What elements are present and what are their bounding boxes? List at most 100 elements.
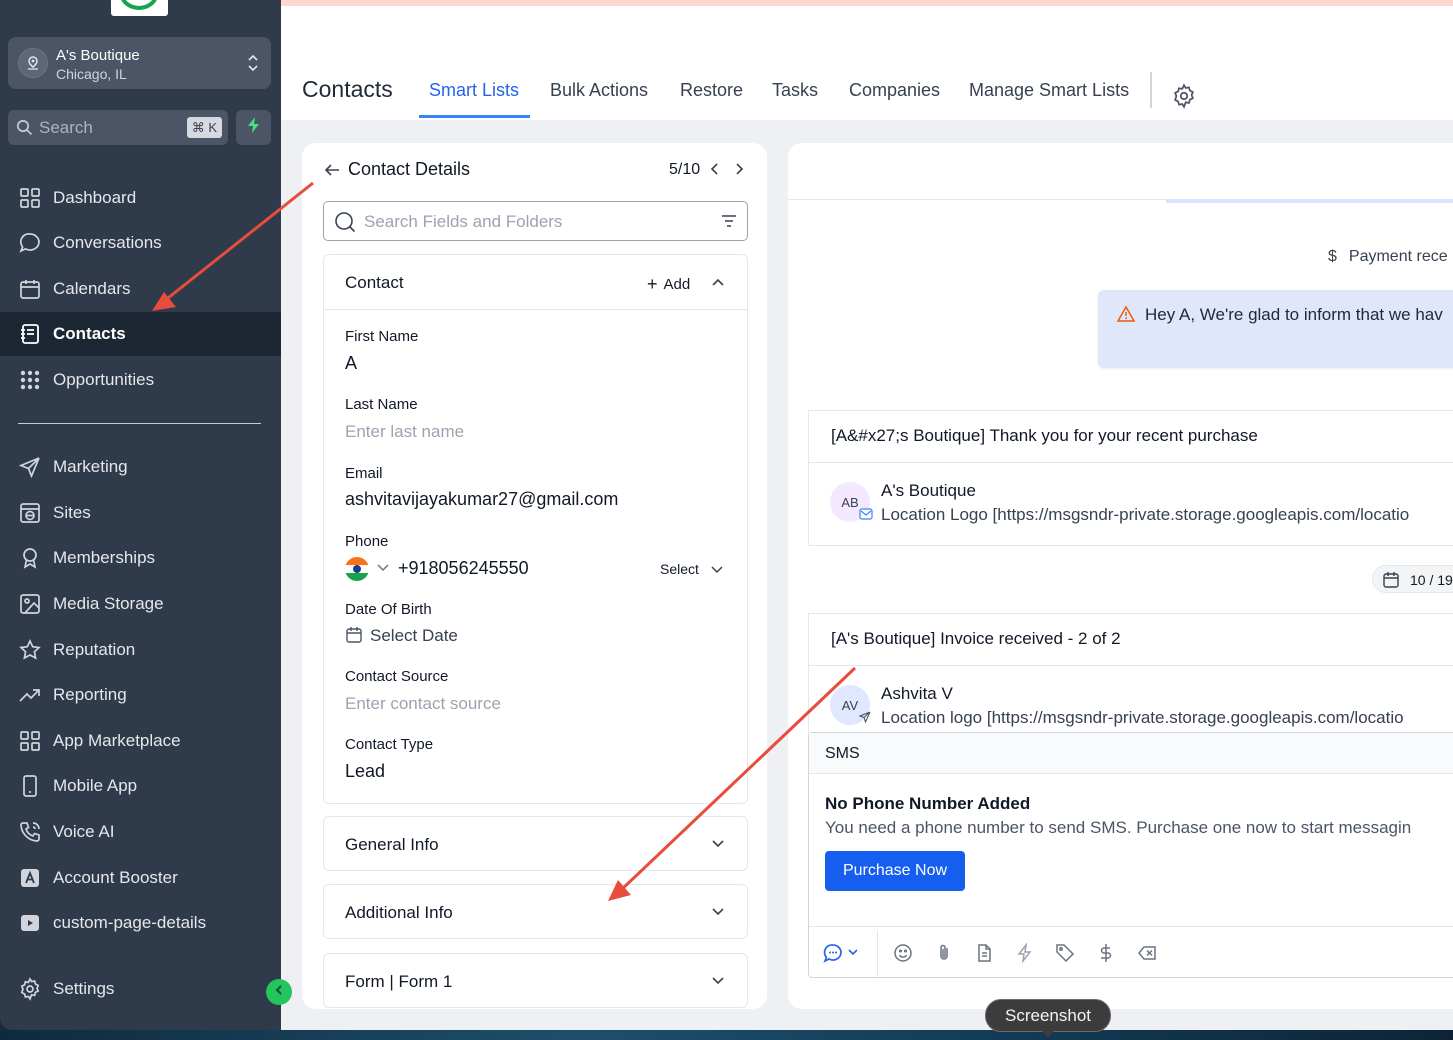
sidebar-item-custom-page-details[interactable]: custom-page-details bbox=[0, 901, 281, 945]
sidebar-item-label: Reputation bbox=[53, 640, 136, 659]
last-name-label: Last Name bbox=[345, 396, 418, 413]
sidebar-item-app-marketplace[interactable]: App Marketplace bbox=[0, 719, 281, 763]
arrow-left-icon[interactable] bbox=[322, 160, 342, 185]
sidebar-item-sites[interactable]: Sites bbox=[0, 491, 281, 535]
sidebar-item-dashboard[interactable]: Dashboard bbox=[0, 176, 281, 220]
sidebar-item-media-storage[interactable]: Media Storage bbox=[0, 582, 281, 626]
sidebar-item-voice-ai[interactable]: Voice AI bbox=[0, 810, 281, 854]
message-text: Hey A, We're glad to inform that we hav bbox=[1145, 305, 1443, 324]
location-switcher[interactable]: A's Boutique Chicago, IL bbox=[8, 37, 271, 89]
sidebar-item-memberships[interactable]: Memberships bbox=[0, 536, 281, 580]
email-message-card[interactable]: [A's Boutique] Invoice received - 2 of 2… bbox=[808, 613, 1453, 743]
chevron-up-icon[interactable] bbox=[711, 275, 725, 294]
email-subject: [A's Boutique] Invoice received - 2 of 2 bbox=[831, 629, 1121, 648]
sidebar-item-label: Settings bbox=[53, 979, 115, 998]
channel-bar[interactable] bbox=[809, 733, 1453, 774]
lightning-icon[interactable] bbox=[1015, 942, 1035, 968]
email-field[interactable]: ashvitavijayakumar27@gmail.com bbox=[345, 489, 618, 510]
paperclip-icon[interactable] bbox=[934, 943, 954, 968]
chevron-down-icon[interactable] bbox=[376, 561, 390, 580]
sidebar-item-label: Account Booster bbox=[53, 868, 178, 887]
sidebar-item-conversations[interactable]: Conversations bbox=[0, 221, 281, 265]
field-search-input[interactable]: Search Fields and Folders bbox=[323, 201, 748, 241]
message-composer: SMS No Phone Number Added You need a pho… bbox=[808, 732, 1453, 978]
email-message-card[interactable]: [A&#x27;s Boutique] Thank you for your r… bbox=[808, 410, 1453, 546]
play-box-icon bbox=[18, 911, 42, 935]
form-1-section[interactable]: Form | Form 1 bbox=[323, 953, 748, 1008]
first-name-field[interactable]: A bbox=[345, 353, 357, 374]
opportunities-icon bbox=[18, 368, 42, 392]
add-field-button[interactable]: + Add bbox=[647, 273, 690, 294]
email-divider bbox=[809, 462, 1453, 463]
sidebar-item-label: Sites bbox=[53, 503, 91, 522]
last-name-field[interactable]: Enter last name bbox=[345, 422, 464, 442]
dollar-icon[interactable] bbox=[1096, 943, 1116, 968]
sidebar-item-mobile-app[interactable]: Mobile App bbox=[0, 764, 281, 808]
email-divider bbox=[809, 665, 1453, 666]
page-header: Contacts Smart Lists Bulk Actions Restor… bbox=[281, 6, 1453, 120]
chevron-down-icon[interactable] bbox=[711, 837, 725, 856]
phone-field[interactable]: +918056245550 bbox=[398, 558, 529, 579]
desktop-strip bbox=[0, 1030, 1453, 1040]
record-pager-count: 5/10 bbox=[669, 161, 701, 178]
additional-info-section[interactable]: Additional Info bbox=[323, 884, 748, 939]
clear-text-icon[interactable] bbox=[1137, 943, 1157, 968]
chat-channel-icon[interactable] bbox=[823, 943, 863, 968]
chevron-down-icon[interactable] bbox=[711, 974, 725, 993]
sidebar-item-account-booster[interactable]: Account Booster bbox=[0, 856, 281, 900]
location-name: A's Boutique bbox=[56, 47, 140, 64]
sidebar-item-label: Opportunities bbox=[53, 370, 155, 389]
purchase-now-button[interactable]: Purchase Now bbox=[825, 851, 965, 891]
tab-tasks[interactable]: Tasks bbox=[772, 80, 818, 101]
star-icon bbox=[18, 638, 42, 662]
contact-book-icon bbox=[18, 322, 42, 346]
sidebar-item-label: Voice AI bbox=[53, 822, 115, 841]
sidebar-item-reporting[interactable]: Reporting bbox=[0, 673, 281, 717]
screenshot-tooltip: Screenshot bbox=[985, 999, 1111, 1038]
document-icon[interactable] bbox=[974, 943, 994, 968]
sidebar-item-label: Marketing bbox=[53, 457, 128, 476]
outgoing-message-bubble[interactable] bbox=[1098, 290, 1453, 368]
sidebar-item-reputation[interactable]: Reputation bbox=[0, 628, 281, 672]
sidebar-search[interactable]: Search ⌘ K bbox=[8, 110, 228, 145]
dob-field[interactable]: Select Date bbox=[370, 626, 458, 646]
search-icon bbox=[16, 119, 33, 141]
tag-icon[interactable] bbox=[1055, 943, 1075, 968]
section-title: Form | Form 1 bbox=[345, 972, 453, 991]
india-flag-icon[interactable] bbox=[345, 557, 369, 581]
quick-actions-button[interactable] bbox=[236, 110, 271, 145]
sidebar-item-marketing[interactable]: Marketing bbox=[0, 445, 281, 489]
tab-bulk-actions[interactable]: Bulk Actions bbox=[550, 80, 648, 101]
sidebar: A's Boutique Chicago, IL Search ⌘ K Dash… bbox=[0, 0, 281, 1030]
gear-icon[interactable] bbox=[1171, 83, 1197, 114]
emoji-icon[interactable] bbox=[893, 943, 913, 968]
sidebar-collapse-button[interactable] bbox=[266, 979, 292, 1005]
tab-companies[interactable]: Companies bbox=[849, 80, 940, 101]
sidebar-item-opportunities[interactable]: Opportunities bbox=[0, 358, 281, 402]
sidebar-item-label: Conversations bbox=[53, 233, 162, 252]
payment-text: Payment rece bbox=[1348, 248, 1448, 265]
tab-manage-smart-lists[interactable]: Manage Smart Lists bbox=[969, 80, 1129, 101]
phone-type-select[interactable]: Select bbox=[660, 561, 699, 577]
filter-icon[interactable] bbox=[721, 213, 737, 234]
chevron-left-icon[interactable] bbox=[708, 161, 722, 182]
sidebar-item-calendars[interactable]: Calendars bbox=[0, 267, 281, 311]
search-placeholder: Search bbox=[39, 118, 93, 137]
contact-source-field[interactable]: Enter contact source bbox=[345, 694, 501, 714]
tab-smart-lists[interactable]: Smart Lists bbox=[429, 80, 519, 101]
booster-icon bbox=[18, 866, 42, 890]
tab-restore[interactable]: Restore bbox=[680, 80, 743, 101]
contact-type-field[interactable]: Lead bbox=[345, 761, 385, 782]
tooltip-text: Screenshot bbox=[1005, 1006, 1091, 1025]
search-shortcut-badge: ⌘ K bbox=[186, 117, 222, 138]
no-phone-description: You need a phone number to send SMS. Pur… bbox=[825, 818, 1412, 837]
sidebar-item-label: custom-page-details bbox=[53, 913, 207, 932]
chevron-down-icon[interactable] bbox=[711, 905, 725, 924]
sidebar-item-settings[interactable]: Settings bbox=[0, 967, 281, 1011]
sidebar-item-contacts[interactable]: Contacts bbox=[0, 312, 281, 356]
sidebar-divider bbox=[18, 423, 261, 424]
gear-icon bbox=[18, 977, 42, 1001]
general-info-section[interactable]: General Info bbox=[323, 816, 748, 871]
chevron-right-icon[interactable] bbox=[732, 161, 746, 182]
chevron-down-icon[interactable] bbox=[710, 563, 724, 582]
